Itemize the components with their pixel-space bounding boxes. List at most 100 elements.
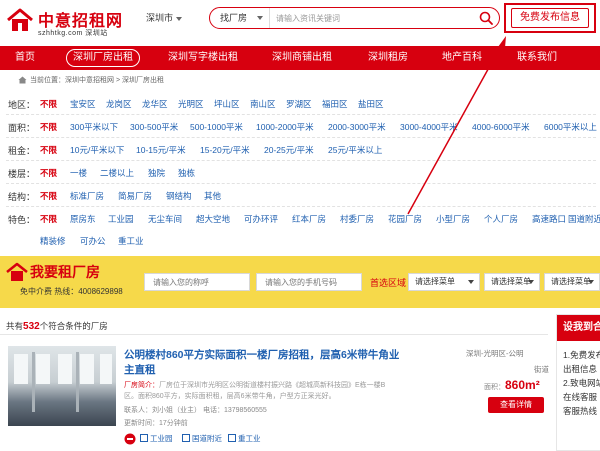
rent-request-bar: 我要租厂房 免中介费 热线：4008629898 首选区域 请选择菜单 请选择菜… <box>0 256 600 308</box>
filter-option[interactable]: 15-20元/平米 <box>200 144 250 156</box>
filter-option[interactable]: 罗湖区 <box>286 98 312 110</box>
filter-option[interactable]: 高速路口 <box>532 213 566 225</box>
filter-option[interactable]: 坪山区 <box>214 98 240 110</box>
filter-option[interactable]: 可办公 <box>80 235 106 247</box>
filter-option[interactable]: 无尘车间 <box>148 213 182 225</box>
filter-label: 楼层： <box>8 169 36 179</box>
filter-option[interactable]: 10元/平米以下 <box>70 144 124 156</box>
logo-house-icon <box>7 8 33 31</box>
filter-option[interactable]: 不限 <box>40 98 57 110</box>
filter-option[interactable]: 一楼 <box>70 167 87 179</box>
filter-option[interactable]: 国道附近 <box>568 213 600 225</box>
listing-tag[interactable]: 重工业 <box>228 433 261 445</box>
filter-option[interactable]: 宝安区 <box>70 98 96 110</box>
filter-option[interactable]: 重工业 <box>118 235 144 247</box>
filter-option[interactable]: 10-15元/平米 <box>136 144 186 156</box>
filter-option[interactable]: 超大空地 <box>196 213 230 225</box>
search-type-select[interactable]: 找厂房 <box>210 8 270 28</box>
filter-option[interactable]: 其他 <box>204 190 221 202</box>
nav-house-rent[interactable]: 深圳租房 <box>368 46 408 70</box>
results-count: 共有532个符合条件的厂房 <box>6 320 108 332</box>
filter-option[interactable]: 不限 <box>40 167 57 179</box>
listing-description: 厂房简介：厂房位于深圳市光明区公明街道楼村振兴路《超城高新科技园》E栋一楼B区。… <box>124 380 394 402</box>
filter-option[interactable]: 6000平米以上 <box>544 121 597 133</box>
results-prefix: 共有 <box>6 321 24 331</box>
filter-option[interactable]: 300-500平米 <box>130 121 178 133</box>
filter-option[interactable]: 龙岗区 <box>106 98 132 110</box>
view-details-button[interactable]: 查看详情 <box>488 397 544 413</box>
side-title: 设我到合 <box>557 315 600 341</box>
divider <box>0 334 548 335</box>
filter-label: 租金： <box>8 146 36 156</box>
thumb-window <box>80 354 94 384</box>
listing-tag[interactable]: 国道附近 <box>182 433 222 445</box>
results-suffix: 个符合条件的厂房 <box>39 321 108 331</box>
select-value: 请选择菜单 <box>491 277 531 286</box>
region-select-1[interactable]: 请选择菜单 <box>408 273 480 291</box>
filter-option[interactable]: 精装修 <box>40 235 66 247</box>
filter-option[interactable]: 盐田区 <box>358 98 384 110</box>
search-type-label: 找厂房 <box>220 13 248 23</box>
filter-option[interactable]: 独院 <box>148 167 165 179</box>
area-select-label: 首选区域 <box>370 278 407 288</box>
site-header: 中意招租网 szhhtkg.com 深圳站 深圳市 找厂房 免费发布信息 <box>0 0 600 46</box>
filter-option[interactable]: 二楼以上 <box>100 167 134 179</box>
listing-area: 面积：860m² <box>484 378 540 392</box>
nav-contact[interactable]: 联系我们 <box>517 46 557 70</box>
filter-option[interactable]: 25元/平米以上 <box>328 144 382 156</box>
filter-option[interactable]: 钢结构 <box>166 190 192 202</box>
filter-option[interactable]: 不限 <box>40 213 57 225</box>
filter-option[interactable]: 龙华区 <box>142 98 168 110</box>
nav-encyclopedia[interactable]: 地产百科 <box>442 46 482 70</box>
breadcrumb-text[interactable]: 当前位置：深圳中意招租网 > 深圳厂房出租 <box>30 77 164 84</box>
nav-shop-rent[interactable]: 深圳商铺出租 <box>272 46 332 70</box>
listing-title[interactable]: 公明楼村860平方实际面积一楼厂房招租，层高6米带牛角业主直租 <box>124 348 404 378</box>
filter-option[interactable]: 4000-6000平米 <box>472 121 530 133</box>
listing-thumbnail[interactable] <box>8 346 116 426</box>
filter-option[interactable]: 标准厂房 <box>70 190 104 202</box>
filter-option[interactable]: 可办环评 <box>244 213 278 225</box>
publish-free-button[interactable]: 免费发布信息 <box>511 8 589 28</box>
nav-factory-rent[interactable]: 深圳厂房出租 <box>66 49 140 67</box>
results-number: 532 <box>23 321 40 332</box>
thumb-window <box>58 354 72 384</box>
filter-option[interactable]: 1000-2000平米 <box>256 121 314 133</box>
description-tag: 厂房简介： <box>124 382 159 389</box>
region-select-2[interactable]: 请选择菜单 <box>484 273 540 291</box>
filter-label: 地区： <box>8 100 36 110</box>
search-input[interactable] <box>272 8 472 28</box>
filter-label: 结构： <box>8 192 36 202</box>
nav-office-rent[interactable]: 深圳写字楼出租 <box>168 46 238 70</box>
filter-row-region: 地区： 不限 宝安区 龙岗区 龙华区 光明区 坪山区 南山区 罗湖区 福田区 盐… <box>6 92 596 115</box>
filter-option[interactable]: 不限 <box>40 144 57 156</box>
filter-option[interactable]: 500-1000平米 <box>190 121 243 133</box>
filter-option[interactable]: 南山区 <box>250 98 276 110</box>
phone-input[interactable] <box>256 273 362 291</box>
filter-option[interactable]: 简易厂房 <box>118 190 152 202</box>
region-select-3[interactable]: 请选择菜单 <box>544 273 600 291</box>
filter-option[interactable]: 300平米以下 <box>70 121 118 133</box>
filter-option[interactable]: 小型厂房 <box>436 213 470 225</box>
filter-option[interactable]: 20-25元/平米 <box>264 144 314 156</box>
name-input[interactable] <box>144 273 250 291</box>
filter-option[interactable]: 福田区 <box>322 98 348 110</box>
listing-tag[interactable]: 工业园 <box>140 433 173 445</box>
filter-option[interactable]: 原房东 <box>70 213 96 225</box>
filter-option[interactable]: 个人厂房 <box>484 213 518 225</box>
filter-option[interactable]: 不限 <box>40 190 57 202</box>
filter-option[interactable]: 工业园 <box>108 213 134 225</box>
filter-option[interactable]: 村委厂房 <box>340 213 374 225</box>
filter-option[interactable]: 花园厂房 <box>388 213 422 225</box>
search-icon[interactable] <box>479 11 493 25</box>
filter-option[interactable]: 光明区 <box>178 98 204 110</box>
side-help-panel: 设我到合 1.免费发布 出租信息 2.致电网站 在线客服 客服热线 <box>556 314 600 451</box>
nav-home[interactable]: 首页 <box>15 46 35 70</box>
filter-option[interactable]: 2000-3000平米 <box>328 121 386 133</box>
select-value: 请选择菜单 <box>415 277 455 286</box>
filter-option[interactable]: 3000-4000平米 <box>400 121 458 133</box>
filter-option[interactable]: 不限 <box>40 121 57 133</box>
filter-option[interactable]: 红本厂房 <box>292 213 326 225</box>
site-logo[interactable]: 中意招租网 szhhtkg.com 深圳站 <box>6 4 136 40</box>
city-selector[interactable]: 深圳市 <box>146 11 183 24</box>
filter-option[interactable]: 独栋 <box>178 167 195 179</box>
